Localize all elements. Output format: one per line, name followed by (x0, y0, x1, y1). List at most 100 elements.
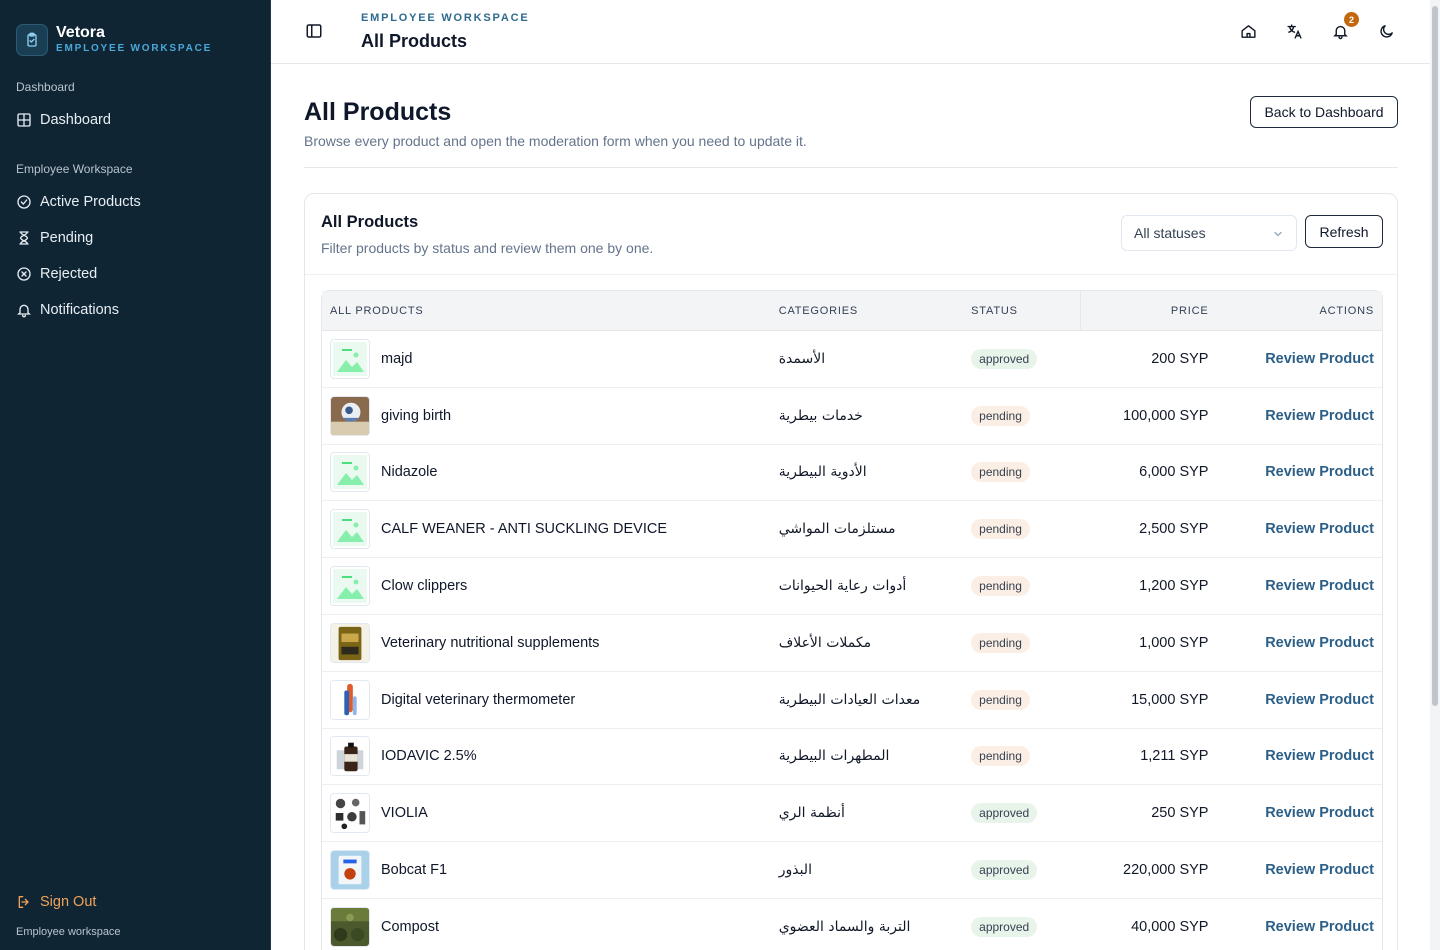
scrollbar-thumb[interactable] (1432, 6, 1438, 706)
sidebar-item-dashboard[interactable]: Dashboard (16, 102, 254, 138)
category-cell: البذور (771, 861, 963, 879)
home-icon (1240, 24, 1256, 38)
product-thumbnail (330, 622, 370, 663)
price-cell: 200 SYP (1081, 350, 1211, 368)
review-product-link[interactable]: Review Product (1265, 464, 1374, 480)
x-circle-icon (17, 267, 31, 281)
review-product-link[interactable]: Review Product (1265, 692, 1374, 708)
refresh-button[interactable]: Refresh (1305, 215, 1383, 248)
table-row: majd الأسمدة approved 200 SYP Review Pro… (322, 331, 1382, 388)
category-text: أدوات رعاية الحيوانات (778, 578, 907, 595)
sidebar: Vetora EMPLOYEE WORKSPACE Dashboard Dash… (0, 0, 271, 950)
product-thumbnail (330, 566, 370, 607)
product-name: Digital veterinary thermometer (381, 691, 576, 708)
status-badge: pending (971, 519, 1030, 540)
sidebar-item-pending[interactable]: Pending (16, 220, 254, 256)
language-button[interactable] (1284, 20, 1304, 42)
product-thumbnail (330, 395, 370, 436)
product-cell: VIOLIA (322, 793, 771, 834)
price-text: 1,000 SYP (1139, 634, 1209, 651)
review-product-link[interactable]: Review Product (1265, 805, 1374, 821)
actions-cell: Review Product (1210, 747, 1382, 765)
review-product-link[interactable]: Review Product (1265, 919, 1374, 935)
category-text: معدات العيادات البيطرية (778, 691, 921, 708)
price-cell: 6,000 SYP (1081, 463, 1211, 481)
table-body: majd الأسمدة approved 200 SYP Review Pro… (322, 331, 1382, 950)
review-product-link[interactable]: Review Product (1265, 351, 1374, 367)
brand-subtitle: EMPLOYEE WORKSPACE (56, 43, 213, 54)
category-text: أنظمة الري (778, 805, 845, 822)
card-subtitle: Filter products by status and review the… (321, 240, 654, 256)
nav-heading-workspace: Employee Workspace (16, 162, 133, 176)
review-product-link[interactable]: Review Product (1265, 862, 1374, 878)
brand[interactable]: Vetora EMPLOYEE WORKSPACE (0, 0, 270, 64)
sidebar-toggle-button[interactable] (305, 22, 325, 42)
product-cell: Veterinary nutritional supplements (322, 622, 771, 663)
product-name: Veterinary nutritional supplements (381, 634, 600, 651)
product-cell: majd (322, 338, 771, 379)
sidebar-item-label: Pending (40, 230, 94, 246)
products-table: ALL PRODUCTS CATEGORIES STATUS PRICE ACT… (321, 290, 1383, 950)
category-cell: مكملات الأعلاف (771, 634, 963, 652)
review-product-link[interactable]: Review Product (1265, 578, 1374, 594)
product-name: CALF WEANER - ANTI SUCKLING DEVICE (381, 521, 668, 538)
status-filter-select[interactable]: All statuses (1121, 215, 1297, 251)
sidebar-item-label: Active Products (40, 194, 141, 210)
category-text: مكملات الأعلاف (778, 634, 872, 651)
home-button[interactable] (1238, 20, 1258, 42)
category-text: البذور (778, 862, 812, 879)
page-subtitle: Browse every product and open the modera… (304, 133, 807, 149)
sign-out-button[interactable]: Sign Out (16, 888, 121, 916)
page-title: All Products (304, 98, 452, 126)
sign-out-icon (18, 896, 29, 908)
brand-name: Vetora (56, 24, 105, 41)
product-cell: Compost (322, 906, 771, 947)
category-cell: المطهرات البيطرية (771, 747, 963, 765)
page-scrollbar[interactable] (1430, 0, 1440, 950)
topbar-actions: 2 (1238, 12, 1396, 42)
price-text: 220,000 SYP (1123, 862, 1209, 879)
price-cell: 2,500 SYP (1081, 520, 1211, 538)
product-cell: Digital veterinary thermometer (322, 679, 771, 720)
price-text: 1,211 SYP (1140, 748, 1209, 765)
status-cell: pending (963, 405, 1080, 426)
price-text: 6,000 SYP (1139, 464, 1209, 481)
status-badge: approved (971, 803, 1038, 824)
page-header: All Products Browse every product and op… (304, 64, 1398, 168)
product-cell: Clow clippers (322, 566, 771, 607)
theme-toggle-button[interactable] (1376, 20, 1396, 42)
price-text: 40,000 SYP (1131, 918, 1209, 935)
price-text: 200 SYP (1151, 350, 1209, 367)
sidebar-item-notifications[interactable]: Notifications (16, 292, 254, 328)
status-badge: pending (971, 689, 1030, 710)
product-name: Clow clippers (381, 578, 468, 595)
notifications-button[interactable]: 2 (1330, 12, 1359, 42)
sidebar-item-active-products[interactable]: Active Products (16, 184, 254, 220)
notification-badge: 2 (1344, 12, 1359, 27)
status-cell: pending (963, 632, 1080, 653)
grid-icon (17, 113, 31, 127)
sidebar-item-rejected[interactable]: Rejected (16, 256, 254, 292)
status-badge: pending (971, 746, 1030, 767)
hourglass-icon (19, 231, 29, 245)
price-cell: 1,000 SYP (1081, 634, 1211, 652)
topbar-title: All Products (361, 31, 468, 51)
product-thumbnail (330, 850, 370, 891)
back-to-dashboard-button[interactable]: Back to Dashboard (1250, 96, 1398, 128)
review-product-link[interactable]: Review Product (1265, 408, 1374, 424)
review-product-link[interactable]: Review Product (1265, 748, 1374, 764)
category-cell: الأسمدة (771, 350, 963, 368)
review-product-link[interactable]: Review Product (1265, 635, 1374, 651)
check-circle-icon (17, 195, 31, 209)
product-thumbnail (330, 509, 370, 550)
review-product-link[interactable]: Review Product (1265, 521, 1374, 537)
actions-cell: Review Product (1210, 577, 1382, 595)
status-badge: pending (971, 632, 1030, 653)
table-row: Nidazole الأدوية البيطرية pending 6,000 … (322, 445, 1382, 502)
product-name: Bobcat F1 (381, 862, 448, 879)
table-row: CALF WEANER - ANTI SUCKLING DEVICE مستلز… (322, 501, 1382, 559)
status-cell: pending (963, 689, 1080, 710)
table-row: Clow clippers أدوات رعاية الحيوانات pend… (322, 558, 1382, 615)
status-cell: approved (963, 860, 1080, 881)
price-cell: 15,000 SYP (1081, 691, 1211, 709)
